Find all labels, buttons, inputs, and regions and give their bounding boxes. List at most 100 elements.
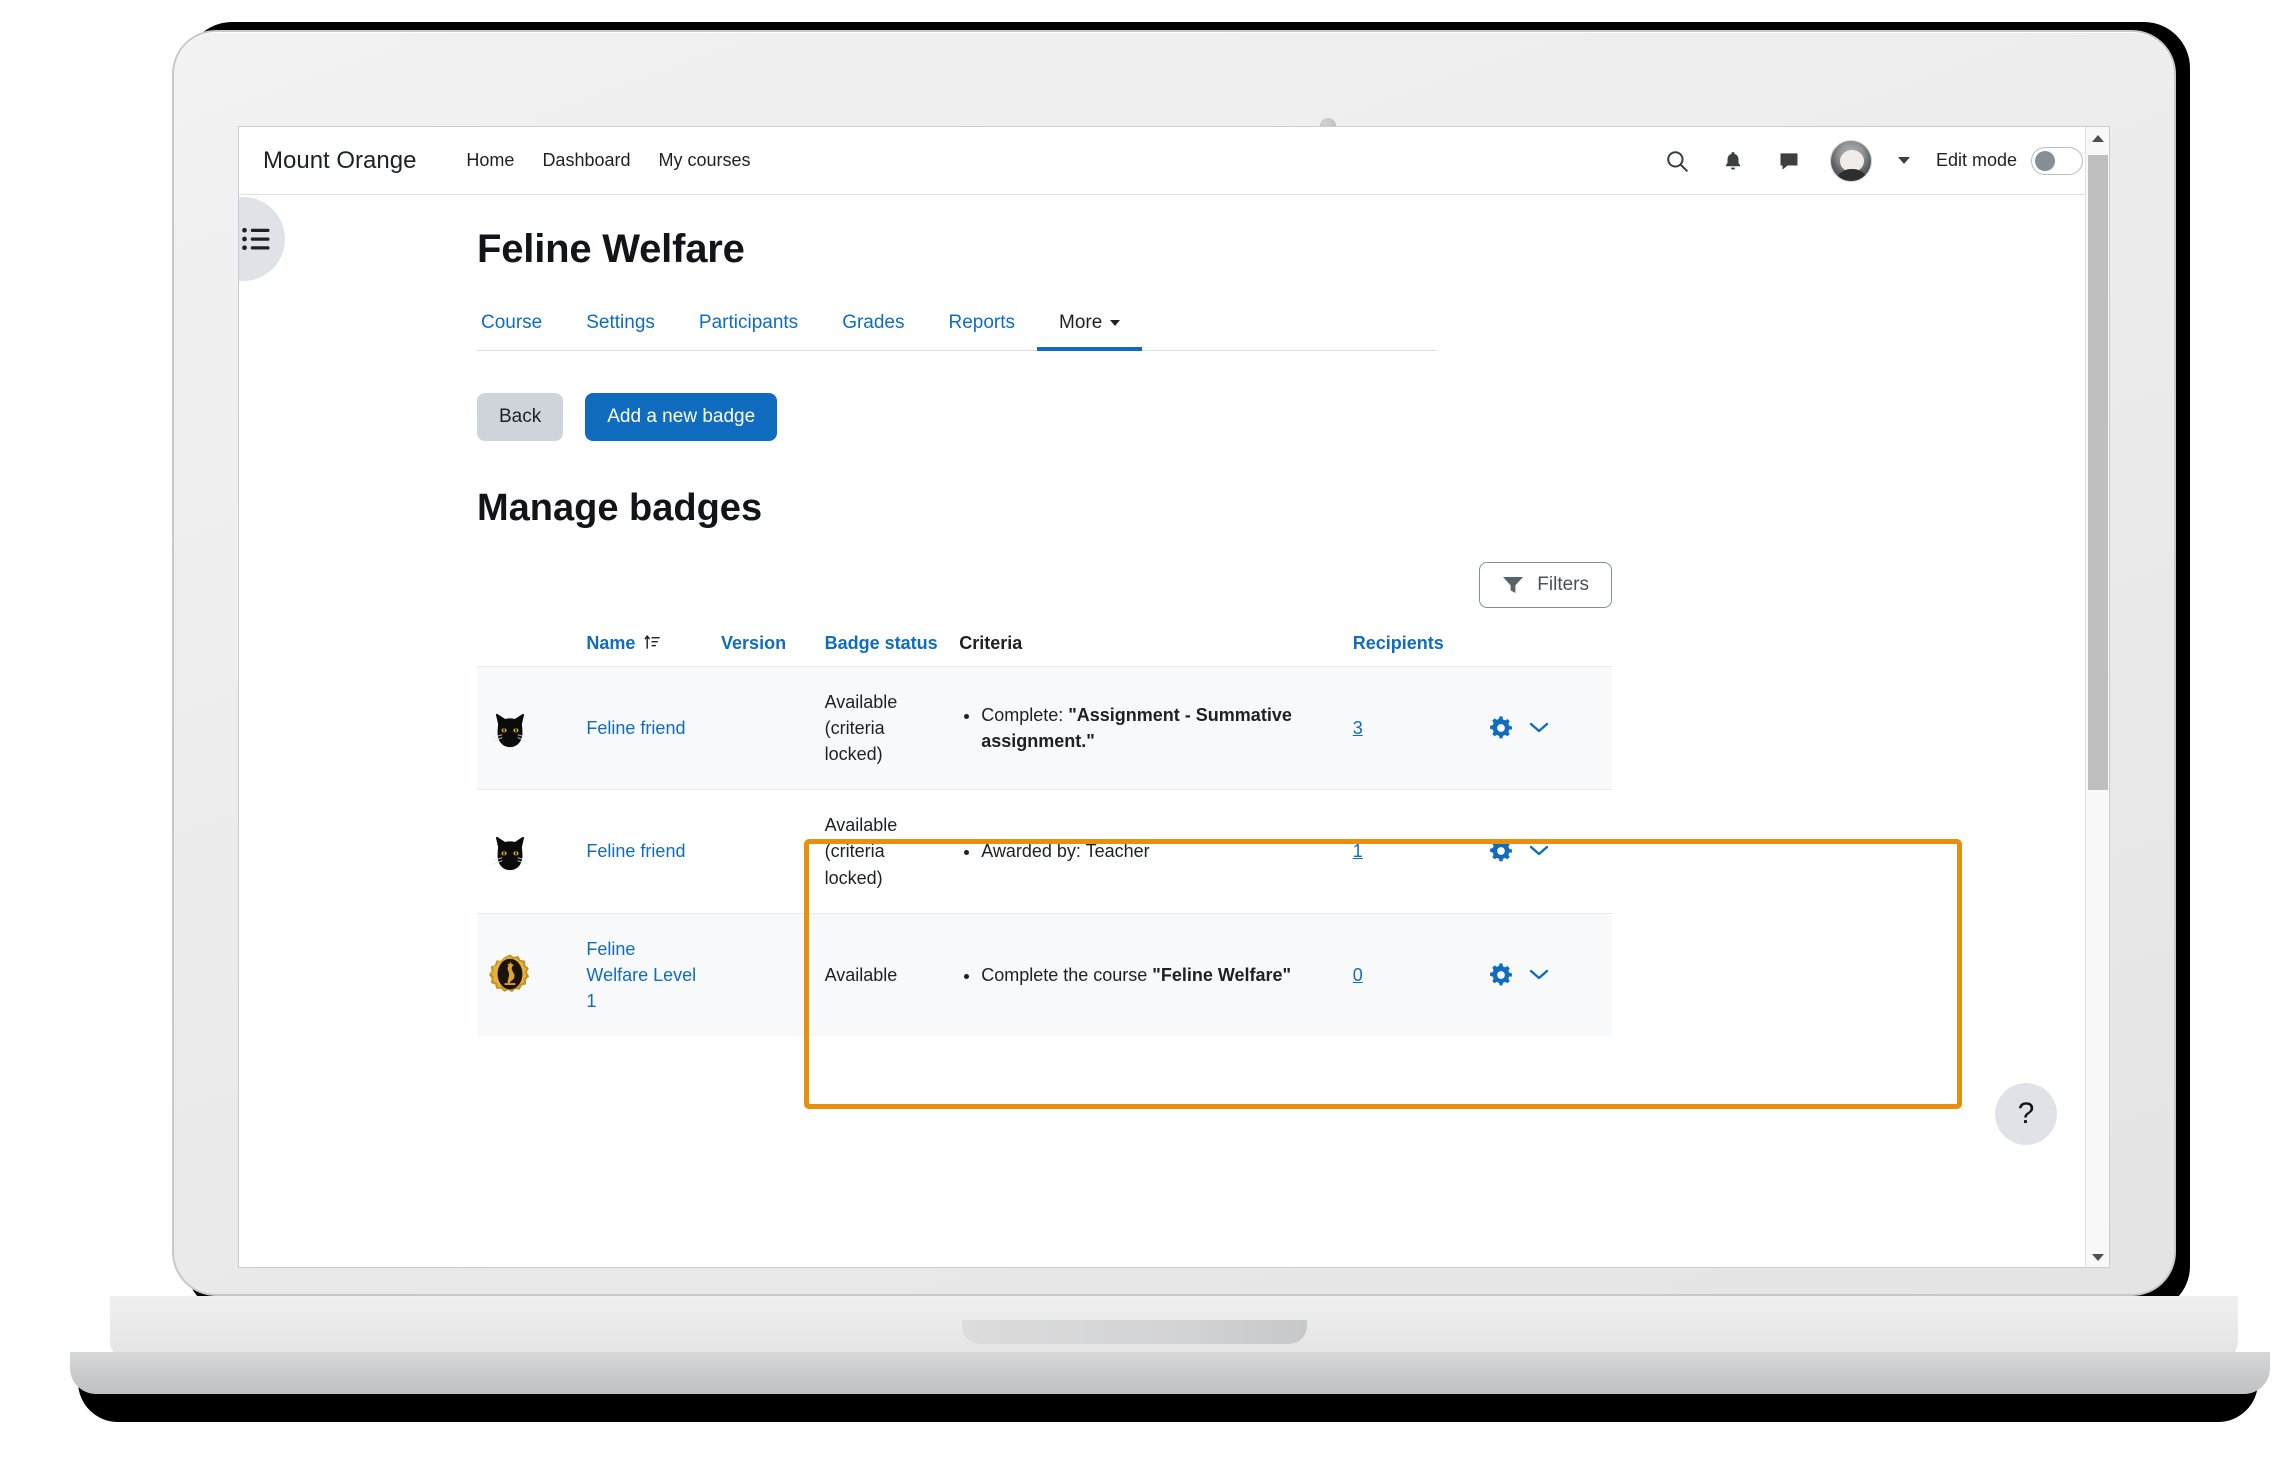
column-header-icon — [477, 632, 576, 667]
chevron-down-icon — [1110, 319, 1121, 326]
help-button[interactable]: ? — [1995, 1083, 2057, 1145]
criteria-prefix: Complete: — [981, 705, 1069, 726]
gold-cat-badge-icon — [488, 954, 530, 992]
toggle-knob — [2035, 150, 2055, 171]
column-header-name-label: Name — [586, 632, 636, 653]
row-actions — [1487, 837, 1602, 865]
badge-icon-cell — [477, 912, 577, 1036]
black-cat-badge-icon — [492, 714, 528, 748]
tab-grades[interactable]: Grades — [820, 302, 926, 350]
edit-mode-control[interactable]: Edit mode — [1935, 146, 2083, 175]
column-header-badge-status[interactable]: Badge status — [815, 632, 950, 667]
site-brand[interactable]: Mount Orange — [263, 147, 416, 175]
badge-recipients-cell: 1 — [1342, 789, 1478, 914]
edit-mode-toggle[interactable] — [2031, 146, 2083, 175]
gear-icon[interactable] — [1487, 837, 1515, 865]
badge-icon-cell — [477, 666, 577, 790]
sort-ascending-icon — [644, 634, 661, 649]
page-title: Feline Welfare — [477, 227, 745, 271]
table-row: Feline friend Available (criteria locked… — [477, 666, 1612, 790]
chevron-down-icon[interactable] — [1529, 844, 1549, 858]
badge-icon-cell — [477, 789, 577, 914]
message-icon[interactable] — [1774, 146, 1804, 176]
course-index-drawer-toggle[interactable] — [239, 197, 285, 281]
filters-label: Filters — [1537, 573, 1589, 595]
tab-more-label: More — [1059, 312, 1103, 333]
scroll-up-arrow-icon[interactable] — [2092, 135, 2104, 142]
criteria-list: Awarded by: Teacher — [959, 838, 1333, 864]
badge-version-cell — [711, 789, 815, 914]
laptop-mockup: Mount Orange Home Dashboard My courses E… — [0, 0, 2292, 1480]
nav-link-dashboard[interactable]: Dashboard — [542, 150, 630, 171]
gear-icon[interactable] — [1487, 961, 1515, 989]
recipients-link[interactable]: 1 — [1353, 841, 1363, 861]
course-tab-bar: Course Settings Participants Grades Repo… — [477, 302, 1437, 351]
criteria-target: "Feline Welfare" — [1152, 964, 1292, 985]
badge-name-link[interactable]: Feline friend — [586, 718, 685, 738]
nav-link-home[interactable]: Home — [466, 150, 514, 171]
avatar[interactable] — [1829, 139, 1872, 182]
badge-version-cell — [711, 666, 815, 790]
column-header-actions — [1477, 632, 1612, 667]
bell-icon[interactable] — [1718, 146, 1748, 176]
table-header-row: Name Version Badge status Criteria Recip… — [477, 632, 1612, 667]
badge-version-cell — [711, 912, 815, 1036]
criteria-list: Complete the course "Feline Welfare" — [959, 962, 1333, 988]
badge-name-cell: Feline friend — [576, 666, 712, 790]
main-content: Feline Welfare Course Settings Participa… — [477, 195, 1657, 1036]
gear-icon[interactable] — [1487, 714, 1515, 742]
list-icon — [242, 227, 270, 251]
badge-name-link[interactable]: Feline friend — [586, 841, 685, 861]
badge-criteria-cell: Complete the course "Feline Welfare" — [949, 912, 1343, 1036]
criteria-list: Complete: "Assignment - Summative assign… — [959, 702, 1333, 754]
table-body: Feline friend Available (criteria locked… — [477, 666, 1612, 1036]
badge-actions-cell — [1477, 789, 1612, 914]
badge-status-cell: Available (criteria locked) — [814, 666, 950, 790]
badge-recipients-cell: 0 — [1342, 912, 1478, 1036]
back-button[interactable]: Back — [477, 393, 564, 441]
filters-button[interactable]: Filters — [1479, 561, 1612, 608]
manage-badges-table: Name Version Badge status Criteria Recip… — [477, 632, 1612, 1036]
navbar-right-cluster: Edit mode — [1662, 139, 2083, 182]
badge-status-cell: Available — [814, 912, 950, 1036]
filters-row: Filters — [477, 561, 1612, 608]
chevron-down-icon[interactable] — [1897, 157, 1910, 164]
row-actions — [1487, 961, 1602, 989]
badge-name-cell: Feline Welfare Level 1 — [576, 912, 712, 1036]
tab-course[interactable]: Course — [477, 302, 564, 350]
criteria-item: Complete the course "Feline Welfare" — [981, 962, 1333, 988]
page-scrollbar[interactable] — [2085, 127, 2109, 1267]
badge-name-cell: Feline friend — [576, 789, 712, 914]
nav-link-my-courses[interactable]: My courses — [659, 150, 751, 171]
tab-settings[interactable]: Settings — [564, 302, 677, 350]
recipients-link[interactable]: 0 — [1353, 965, 1363, 985]
top-navbar: Mount Orange Home Dashboard My courses E… — [239, 127, 2109, 195]
badge-name-link[interactable]: Feline Welfare Level 1 — [586, 939, 696, 1011]
badge-status-cell: Available (criteria locked) — [814, 789, 950, 914]
scrollbar-thumb[interactable] — [2088, 155, 2108, 790]
column-header-recipients[interactable]: Recipients — [1343, 632, 1478, 667]
add-a-new-badge-button[interactable]: Add a new badge — [585, 393, 778, 441]
table-row: Feline Welfare Level 1 Available Complet… — [477, 912, 1612, 1036]
scroll-down-arrow-icon[interactable] — [2092, 1254, 2104, 1261]
column-header-version[interactable]: Version — [711, 632, 815, 667]
badge-actions-cell — [1477, 666, 1612, 790]
criteria-item: Complete: "Assignment - Summative assign… — [981, 702, 1333, 754]
primary-nav: Home Dashboard My courses — [466, 150, 750, 171]
row-actions — [1487, 714, 1602, 742]
black-cat-badge-icon — [492, 837, 528, 871]
tab-participants[interactable]: Participants — [677, 302, 820, 350]
recipients-link[interactable]: 3 — [1353, 718, 1363, 738]
tab-more[interactable]: More — [1037, 302, 1143, 351]
badge-criteria-cell: Complete: "Assignment - Summative assign… — [949, 666, 1343, 790]
browser-screen: Mount Orange Home Dashboard My courses E… — [238, 126, 2110, 1268]
criteria-item: Awarded by: Teacher — [981, 838, 1333, 864]
edit-mode-label: Edit mode — [1935, 150, 2017, 170]
chevron-down-icon[interactable] — [1529, 968, 1549, 982]
page-heading: Manage badges — [477, 487, 763, 529]
search-icon[interactable] — [1662, 146, 1692, 176]
tab-reports[interactable]: Reports — [927, 302, 1038, 350]
column-header-name[interactable]: Name — [576, 632, 711, 667]
chevron-down-icon[interactable] — [1529, 721, 1549, 735]
badge-criteria-cell: Awarded by: Teacher — [949, 789, 1343, 914]
